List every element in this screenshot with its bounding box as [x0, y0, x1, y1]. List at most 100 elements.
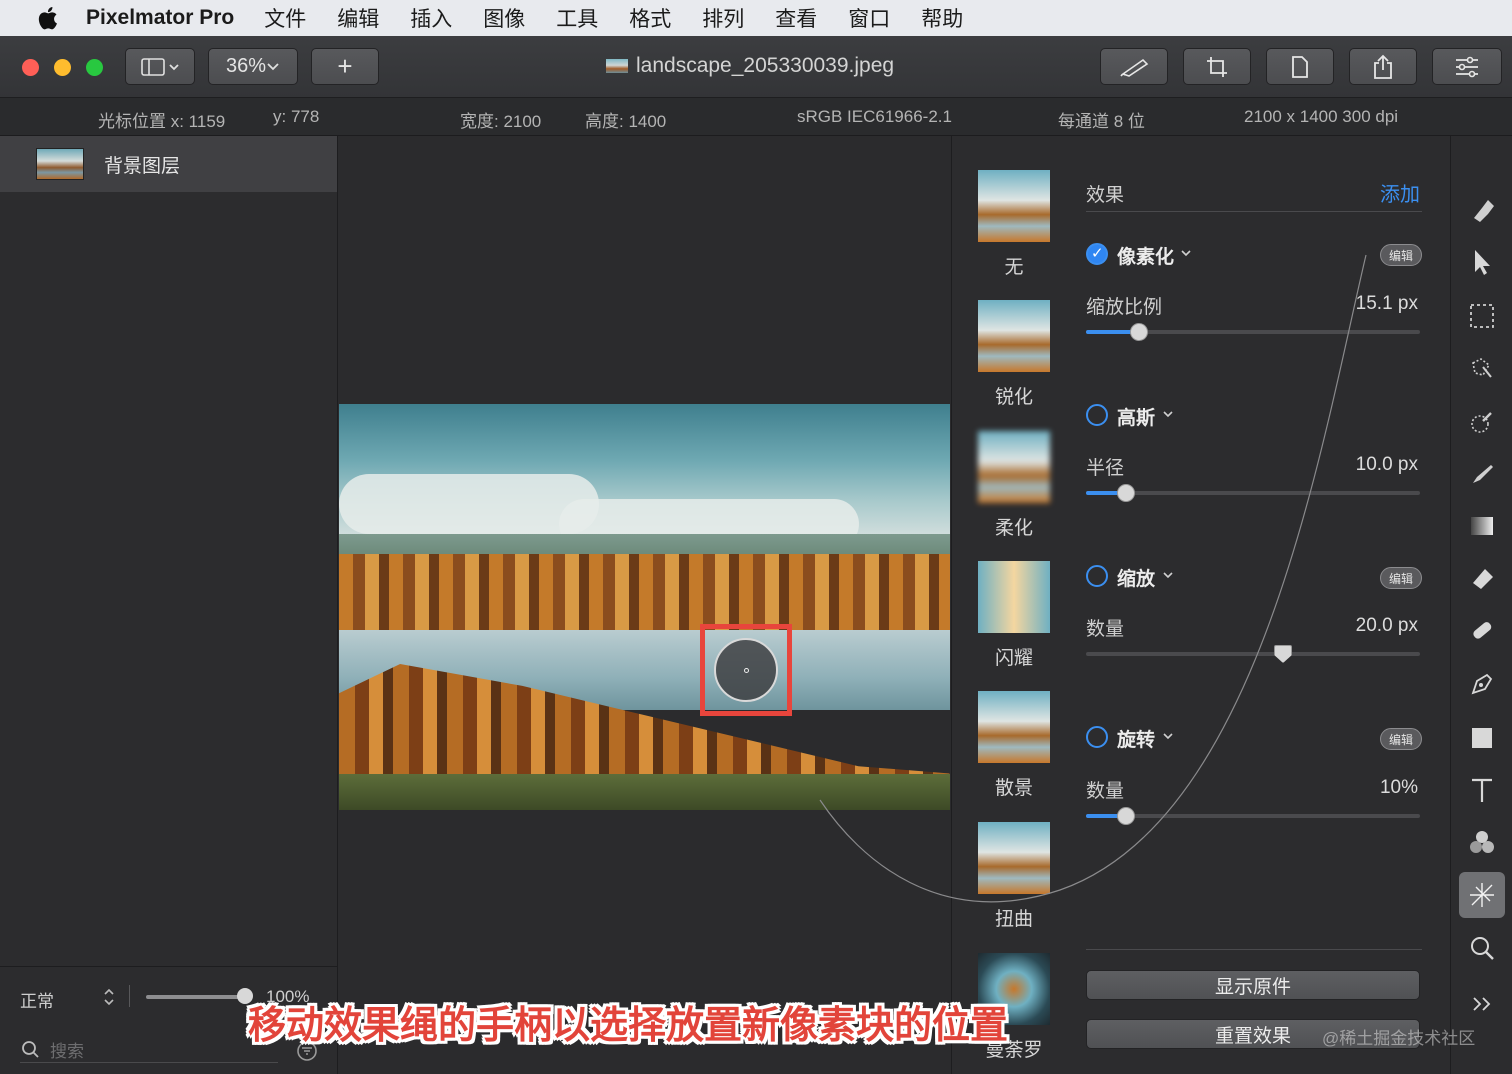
gradient-tool-icon[interactable]: [1464, 508, 1500, 544]
zoom-value: 36%: [225, 55, 267, 77]
add-button[interactable]: +: [311, 48, 379, 85]
slider-knob[interactable]: [1117, 807, 1136, 825]
preset-label: 闪耀: [994, 648, 1033, 669]
effect-slider[interactable]: [1086, 807, 1420, 825]
menu-file[interactable]: 文件: [264, 3, 306, 33]
info-bar: 光标位置 x: 1159 y: 778 宽度: 2100 高度: 1400 sR…: [0, 98, 1512, 136]
edit-effect-button[interactable]: 编辑: [1380, 728, 1422, 750]
erase-tool-icon[interactable]: [1464, 560, 1500, 596]
menu-app-name[interactable]: Pixelmator Pro: [86, 6, 234, 30]
zoom-tool-icon[interactable]: [1464, 930, 1500, 966]
effect-toggle-checkbox[interactable]: [1086, 404, 1108, 426]
select-tool-icon[interactable]: [1464, 298, 1500, 334]
effect-param-label: 数量: [1086, 619, 1125, 640]
menu-edit[interactable]: 编辑: [337, 3, 379, 33]
layer-row[interactable]: 背景图层: [0, 136, 337, 192]
preset-distort[interactable]: 扭曲: [978, 822, 1050, 931]
search-placeholder: 搜索: [50, 1041, 84, 1061]
canvas-image[interactable]: [339, 404, 950, 810]
layers-sidebar: 背景图层 正常 100% 搜索: [0, 136, 338, 1074]
retouch-tool-icon[interactable]: [1464, 612, 1500, 648]
chevron-down-icon: [1181, 250, 1191, 257]
effect-slider[interactable]: [1086, 323, 1420, 341]
effects-header: 效果: [1086, 185, 1125, 206]
layer-name: 背景图层: [104, 155, 181, 177]
blend-mode-select[interactable]: 正常: [20, 987, 54, 1012]
format-tools-button[interactable]: [1100, 48, 1168, 85]
arrange-tool-icon[interactable]: [1464, 244, 1500, 280]
share-button[interactable]: [1349, 48, 1417, 85]
document-button[interactable]: [1266, 48, 1334, 85]
effect-param-label: 数量: [1086, 781, 1125, 802]
effect-param-value[interactable]: 15.1 px: [1356, 293, 1418, 315]
menu-window[interactable]: 窗口: [848, 3, 890, 33]
dimensions-readout: 2100 x 1400 300 dpi: [1244, 107, 1399, 126]
effect-param-value[interactable]: 10%: [1380, 777, 1418, 799]
paint-tool-icon[interactable]: [1464, 456, 1500, 492]
add-effect-button[interactable]: 添加: [1380, 178, 1420, 207]
quick-select-icon[interactable]: [1464, 350, 1500, 386]
menu-arrange[interactable]: 排列: [702, 3, 744, 33]
menu-insert[interactable]: 插入: [410, 3, 452, 33]
slider-knob[interactable]: [1274, 645, 1293, 663]
preset-soften[interactable]: 柔化: [978, 431, 1050, 540]
effect-toggle-checkbox[interactable]: [1086, 565, 1108, 587]
effect-name-dropdown[interactable]: 旋转: [1117, 725, 1155, 752]
crop-button[interactable]: [1183, 48, 1251, 85]
menu-tools[interactable]: 工具: [556, 3, 598, 33]
preset-thumbnail: [978, 170, 1050, 242]
zoom-window-button[interactable]: [86, 59, 103, 76]
slider-knob[interactable]: [1117, 484, 1136, 502]
effect-name-dropdown[interactable]: 高斯: [1117, 403, 1155, 430]
menu-view[interactable]: 查看: [775, 3, 817, 33]
menu-image[interactable]: 图像: [483, 3, 525, 33]
adjustments-button[interactable]: [1432, 48, 1502, 85]
apple-logo-icon[interactable]: [32, 5, 62, 31]
menu-format[interactable]: 格式: [629, 3, 671, 33]
effect-toggle-checkbox[interactable]: [1086, 243, 1108, 265]
color-adjust-icon[interactable]: [1464, 824, 1500, 860]
show-original-button[interactable]: 显示原件: [1086, 970, 1420, 1000]
close-window-button[interactable]: [22, 59, 39, 76]
chevron-down-icon: [1163, 411, 1173, 418]
opacity-slider[interactable]: [146, 995, 246, 999]
type-tool-icon[interactable]: [1464, 772, 1500, 808]
style-tool-icon[interactable]: [1464, 192, 1500, 228]
preset-glow[interactable]: 闪耀: [978, 561, 1050, 670]
divider: [1086, 949, 1422, 950]
preset-label: 扭曲: [994, 909, 1033, 930]
menu-help[interactable]: 帮助: [921, 3, 963, 33]
up-down-chevron-icon[interactable]: [103, 987, 115, 1007]
preset-thumbnail: [978, 822, 1050, 894]
pen-tool-icon[interactable]: [1464, 666, 1500, 702]
color-select-icon[interactable]: [1464, 404, 1500, 440]
effect-param-value[interactable]: 20.0 px: [1356, 615, 1418, 637]
preset-thumbnail: [978, 691, 1050, 763]
chevron-down-icon: [1163, 733, 1173, 740]
effects-tool-icon[interactable]: [1459, 872, 1505, 918]
sidebar-toggle-button[interactable]: [125, 48, 195, 85]
effect-name-dropdown[interactable]: 缩放: [1117, 564, 1155, 591]
preset-bokeh[interactable]: 散景: [978, 691, 1050, 800]
more-tools-icon[interactable]: [1464, 986, 1500, 1022]
layer-thumbnail: [36, 148, 84, 180]
effect-slider[interactable]: [1086, 484, 1420, 502]
effect-slider[interactable]: [1086, 645, 1420, 663]
edit-effect-button[interactable]: 编辑: [1380, 244, 1422, 266]
minimize-window-button[interactable]: [54, 59, 71, 76]
preset-none[interactable]: 无: [978, 170, 1050, 279]
zoom-dropdown[interactable]: 36%: [208, 48, 298, 85]
sliders-icon: [1456, 56, 1478, 77]
edit-effect-button[interactable]: 编辑: [1380, 567, 1422, 589]
canvas-area[interactable]: [338, 136, 952, 1074]
effect-param-value[interactable]: 10.0 px: [1356, 454, 1418, 476]
cursor-y-readout: y: 778: [273, 107, 320, 126]
effect-name-dropdown[interactable]: 像素化: [1117, 242, 1174, 269]
slider-knob[interactable]: [1130, 323, 1149, 341]
shape-tool-icon[interactable]: [1464, 720, 1500, 756]
preset-sharpen[interactable]: 锐化: [978, 300, 1050, 409]
effect-toggle-checkbox[interactable]: [1086, 726, 1108, 748]
image-trees: [339, 554, 950, 634]
layer-search-field[interactable]: 搜索: [20, 1036, 278, 1063]
preset-thumbnail: [978, 300, 1050, 372]
